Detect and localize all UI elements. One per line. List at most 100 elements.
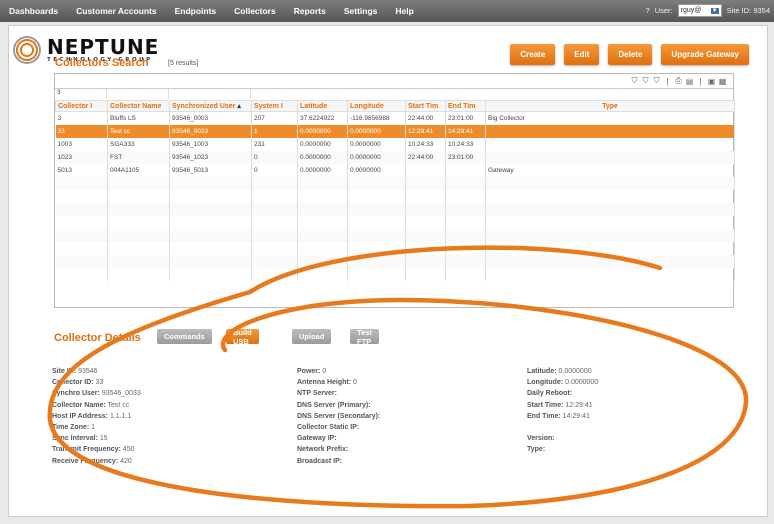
detail-field: Gateway IP: [297, 435, 380, 446]
filter-add-icon[interactable]: ⛉ [641, 76, 650, 86]
detail-field-label: Power: [297, 368, 321, 375]
help-icon[interactable]: ? [646, 6, 650, 15]
table-cell: 1 [251, 124, 298, 138]
nav-endpoints[interactable]: Endpoints [166, 6, 226, 16]
results-count: [5 results] [168, 60, 199, 67]
detail-field-value: Test cc [107, 401, 130, 409]
filter-icon[interactable]: ⛉ [630, 76, 639, 86]
detail-field: Power: 0 [297, 368, 380, 379]
separator-icon: | [699, 76, 702, 86]
table-cell: SGA333 [107, 137, 170, 151]
table-cell: 004A1105 [107, 163, 170, 177]
col-header-type[interactable]: Type [485, 100, 735, 112]
table-cell: Bluffs LS [107, 111, 170, 125]
detail-field: Daily Reboot: [527, 390, 598, 401]
details-column-2: Power: 0 Antenna Height: 0 NTP Server: DNS… [297, 368, 380, 469]
detail-field-label: Gateway IP: [297, 435, 337, 443]
detail-field-value: 0 [322, 368, 327, 375]
table-row[interactable]: 1003 SGA333 93546_1003 231 0.0000000 0.000000… [55, 137, 735, 151]
collectors-table: Collector I Collector Name Synchronized … [55, 100, 735, 281]
word-export-icon[interactable]: ▣ [707, 77, 716, 86]
table-cell: 33 [55, 124, 108, 138]
detail-field: Longitude: 0.0000000 [527, 379, 598, 390]
col-header-system-id[interactable]: System I [251, 100, 298, 112]
print-icon[interactable]: ⎙ [674, 76, 683, 86]
test-ftp-button[interactable]: Test FTP [350, 328, 379, 346]
detail-field-label: NTP Server: [297, 390, 337, 398]
nav-dashboards[interactable]: Dashboards [0, 6, 67, 16]
detail-field-label: End Time: [527, 412, 561, 420]
table-cell [485, 124, 735, 138]
table-cell [405, 163, 446, 177]
table-cell: -116.9856988 [347, 111, 406, 125]
create-button[interactable]: Create [510, 44, 556, 65]
detail-field-label: Time Zone: [52, 423, 90, 431]
detail-field-label: Network Prefix: [297, 446, 349, 454]
filter-clear-icon[interactable]: ⛉ [652, 76, 661, 86]
detail-field: DNS Server (Primary): [297, 402, 380, 413]
table-cell: 3 [55, 111, 108, 125]
filter-input-collector-id[interactable]: 3 [55, 89, 107, 99]
grid-toolbar: ⛉ ⛉ ⛉ | ⎙ ▤ | ▣ ▦ [55, 74, 733, 89]
upgrade-gateway-button[interactable]: Upgrade Gateway [661, 44, 749, 65]
detail-field-label: DNS Server (Primary): [297, 401, 371, 409]
chevron-down-icon: ▼ [710, 7, 719, 14]
col-header-collector-name[interactable]: Collector Name [107, 100, 170, 112]
filter-input-collector-name[interactable] [107, 89, 169, 99]
nav-collectors[interactable]: Collectors [225, 6, 285, 16]
site-id-label: Site ID: 9354 [726, 6, 770, 15]
action-buttons: Create Edit Delete Upgrade Gateway [510, 44, 749, 65]
nav-customer-accounts[interactable]: Customer Accounts [67, 6, 165, 16]
table-row[interactable]: 33 Test cc 93546_0033 1 0.0000000 0.0000000 12… [55, 124, 735, 138]
detail-field-value: 15 [99, 435, 108, 443]
empty-row [55, 241, 735, 255]
table-cell: 14:29:41 [445, 124, 486, 138]
table-cell: Gateway [485, 163, 735, 177]
user-dropdown[interactable]: rguy@ ▼ [677, 4, 722, 17]
detail-field-label: Site ID: [52, 368, 77, 375]
table-cell: 37.6224922 [297, 111, 348, 125]
col-header-sync-user[interactable]: Synchronized User ▴ [169, 100, 252, 112]
table-cell: Big Collector [485, 111, 735, 125]
col-header-start-time[interactable]: Start Tim [405, 100, 446, 112]
detail-field: Receive Frequency: 420 [52, 458, 141, 469]
col-header-collector-id[interactable]: Collector I [55, 100, 108, 112]
detail-field-value: 93546_0033 [101, 390, 141, 398]
detail-field: Network Prefix: [297, 446, 380, 457]
detail-field-label: Receive Frequency: [52, 457, 119, 465]
pdf-icon[interactable]: ▤ [685, 77, 694, 86]
table-row[interactable]: 5013 004A1105 93546_5013 0 0.0000000 0.000000… [55, 163, 735, 177]
col-header-longitude[interactable]: Longitude [347, 100, 406, 112]
detail-field-label: Collector Static IP: [297, 423, 360, 431]
details-column-3: Latitude: 0.0000000 Longitude: 0.0000000 D… [527, 368, 598, 458]
table-row[interactable]: 1023 FST 93546_1023 0 0.0000000 0.0000000 22:4… [55, 150, 735, 164]
detail-field: Transmit Frequency: 450 [52, 446, 141, 457]
edit-button[interactable]: Edit [564, 44, 600, 65]
commands-button[interactable]: Commands [157, 329, 212, 344]
nav-reports[interactable]: Reports [285, 6, 335, 16]
delete-button[interactable]: Delete [608, 44, 653, 65]
empty-row [55, 189, 735, 203]
excel-export-icon[interactable]: ▦ [718, 77, 727, 86]
detail-field: Start Time: 12:29:41 [527, 402, 598, 413]
nav-help[interactable]: Help [386, 6, 422, 16]
detail-field: Collector Name: Test cc [52, 402, 141, 413]
build-usb-button[interactable]: Build USB [226, 328, 259, 346]
col-header-latitude[interactable]: Latitude [297, 100, 348, 112]
table-cell: 93546_5013 [169, 163, 252, 177]
table-cell: 231 [251, 137, 298, 151]
detail-field: Collector ID: 33 [52, 379, 141, 390]
empty-row [55, 228, 735, 242]
collector-details-title: Collector Details [54, 332, 141, 344]
upload-button[interactable]: Upload [292, 329, 332, 344]
table-cell: 0.0000000 [297, 150, 348, 164]
nav-settings[interactable]: Settings [335, 6, 387, 16]
detail-field: Broadcast IP: [297, 458, 380, 469]
detail-field-value: 450 [122, 446, 135, 454]
table-cell: 1023 [55, 150, 108, 164]
col-header-end-time[interactable]: End Tim [445, 100, 486, 112]
collectors-search-title: Collectors Search [55, 57, 149, 69]
table-cell: 0 [251, 163, 298, 177]
table-row[interactable]: 3 Bluffs LS 93546_0003 207 37.6224922 -116.98… [55, 111, 735, 125]
filter-input-sync-user[interactable] [169, 89, 251, 99]
